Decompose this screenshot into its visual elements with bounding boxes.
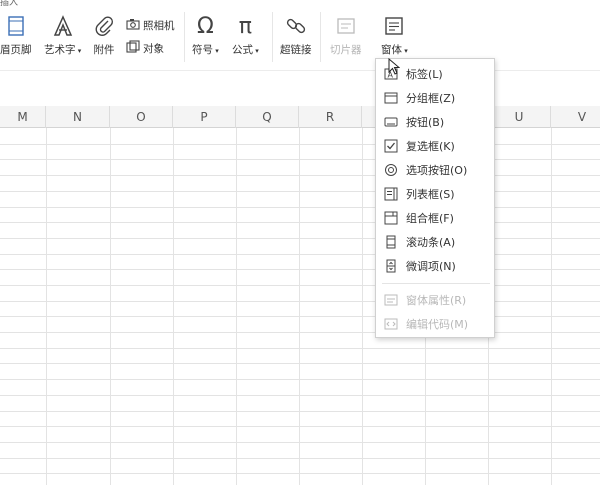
radio-icon <box>384 163 398 177</box>
menu-item-scrollbar[interactable]: 滚动条(A) <box>376 230 494 254</box>
menu-item-edit-code[interactable]: 编辑代码(M) <box>376 312 494 336</box>
chevron-down-icon: ▾ <box>75 47 82 55</box>
grid-column-line <box>299 128 300 485</box>
checkbox-icon <box>384 139 398 153</box>
art-text-icon <box>51 14 75 38</box>
menu-item-list-box[interactable]: 列表框(S) <box>376 182 494 206</box>
menu-separator <box>382 283 490 284</box>
object-icon <box>126 40 140 57</box>
art-text-button[interactable]: 艺术字 ▾ <box>44 14 81 57</box>
menu-item-radio[interactable]: 选项按钮(O) <box>376 158 494 182</box>
form-icon <box>382 14 406 38</box>
menu-item-button[interactable]: 按钮(B) <box>376 110 494 134</box>
form-button[interactable]: 窗体 ▾ <box>375 11 411 57</box>
column-header-v[interactable]: V <box>551 106 600 128</box>
chevron-down-icon: ▾ <box>402 47 408 55</box>
grid-column-line <box>46 128 47 485</box>
button-icon <box>384 115 398 129</box>
pi-icon: π <box>238 13 252 39</box>
form-properties-icon <box>384 293 398 307</box>
grid-row-line <box>0 332 600 333</box>
grid-row-line <box>0 442 600 443</box>
ribbon-separator <box>184 12 185 62</box>
column-header-u[interactable]: U <box>488 106 551 128</box>
grid-row-line <box>0 285 600 286</box>
grid-row-line <box>0 144 600 145</box>
header-footer-icon <box>4 14 28 38</box>
grid-column-line <box>236 128 237 485</box>
header-footer-button[interactable]: 眉页脚 <box>0 14 32 57</box>
ribbon-separator <box>320 12 321 62</box>
chevron-down-icon: ▾ <box>213 47 219 55</box>
column-header-p[interactable]: P <box>173 106 236 128</box>
column-header-m[interactable]: M <box>0 106 46 128</box>
grid-row-line <box>0 426 600 427</box>
grid-row-line <box>0 395 600 396</box>
list-box-icon <box>384 187 398 201</box>
menu-item-spinner[interactable]: 微调项(N) <box>376 254 494 278</box>
column-header-q[interactable]: Q <box>236 106 299 128</box>
menu-item-form-properties[interactable]: 窗体属性(R) <box>376 288 494 312</box>
ribbon-tab-label[interactable]: 插入 <box>0 0 18 8</box>
edit-code-icon <box>384 317 398 331</box>
formula-bar-area <box>0 70 600 106</box>
column-header-row: M N O P Q R S T U V <box>0 106 600 128</box>
grid-column-line <box>362 128 363 485</box>
grid-row-line <box>0 301 600 302</box>
symbol-button[interactable]: Ω 符号 ▾ <box>192 14 219 57</box>
ribbon-separator <box>272 12 273 62</box>
object-button[interactable]: 对象 <box>126 40 164 57</box>
column-header-r[interactable]: R <box>299 106 362 128</box>
grid-row-line <box>0 379 600 380</box>
grid-row-line <box>0 316 600 317</box>
grid-row-line <box>0 458 600 459</box>
omega-icon: Ω <box>196 13 214 39</box>
camera-button[interactable]: 照相机 <box>126 18 175 33</box>
grid-row-line <box>0 348 600 349</box>
attachment-button[interactable]: 附件 <box>92 14 116 57</box>
grid-row-line <box>0 207 600 208</box>
ribbon-toolbar: 插入 眉页脚 艺术字 ▾ 附件 照相机 对象 Ω 符号 ▾ π 公式 ▾ 超链接… <box>0 0 600 70</box>
column-header-o[interactable]: O <box>110 106 173 128</box>
form-controls-menu: A 标签(L) 分组框(Z) 按钮(B) 复选框(K) 选项按钮(O) 列表框(… <box>375 58 495 338</box>
ribbon-tab-strip: 插入 <box>0 0 600 8</box>
grid-row-line <box>0 238 600 239</box>
menu-item-group-box[interactable]: 分组框(Z) <box>376 86 494 110</box>
grid-row-line <box>0 473 600 474</box>
slicer-icon <box>334 14 358 38</box>
group-box-icon <box>384 91 398 105</box>
grid-row-line <box>0 254 600 255</box>
paperclip-icon <box>92 14 116 38</box>
grid-row-line <box>0 159 600 160</box>
scrollbar-icon <box>384 235 398 249</box>
grid-row-line <box>0 222 600 223</box>
link-icon <box>284 14 308 38</box>
grid-row-line <box>0 269 600 270</box>
slicer-button[interactable]: 切片器 <box>330 14 362 57</box>
spinner-icon <box>384 259 398 273</box>
formula-button[interactable]: π 公式 ▾ <box>232 14 259 57</box>
mouse-cursor-icon <box>388 57 401 80</box>
menu-item-combo-box[interactable]: 组合框(F) <box>376 206 494 230</box>
camera-icon <box>126 18 140 33</box>
spreadsheet-grid[interactable] <box>0 128 600 485</box>
grid-row-line <box>0 363 600 364</box>
hyperlink-button[interactable]: 超链接 <box>280 14 312 57</box>
grid-row-line <box>0 175 600 176</box>
grid-column-line <box>551 128 552 485</box>
grid-row-line <box>0 191 600 192</box>
menu-item-checkbox[interactable]: 复选框(K) <box>376 134 494 158</box>
grid-row-line <box>0 411 600 412</box>
chevron-down-icon: ▾ <box>253 47 259 55</box>
combo-box-icon <box>384 211 398 225</box>
grid-column-line <box>110 128 111 485</box>
grid-column-line <box>173 128 174 485</box>
column-header-n[interactable]: N <box>46 106 110 128</box>
